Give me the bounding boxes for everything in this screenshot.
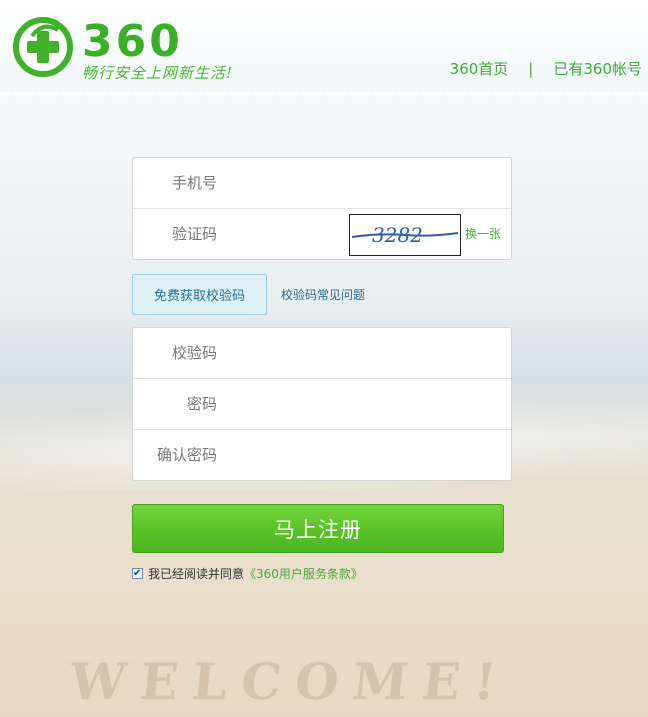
register-button[interactable]: 马上注册 bbox=[132, 504, 504, 553]
captcha-image[interactable]: 3282 bbox=[349, 214, 461, 256]
plus-shield-icon bbox=[13, 17, 73, 77]
header: 360 畅行安全上网新生活! 360首页 | 已有360帐号 bbox=[0, 0, 648, 100]
top-nav: 360首页 | 已有360帐号 bbox=[450, 58, 642, 79]
captcha-graphic: 3282 bbox=[351, 223, 459, 247]
agreement: 我已经阅读并同意《360用户服务条款》 bbox=[132, 566, 363, 582]
captcha-label: 验证码 bbox=[171, 225, 217, 243]
logo-slogan: 畅行安全上网新生活! bbox=[82, 64, 234, 82]
home-link[interactable]: 360首页 bbox=[450, 60, 509, 78]
captcha-row: 验证码 3282 换一张 bbox=[133, 209, 511, 259]
captcha-text: 3282 bbox=[372, 223, 423, 247]
phone-captcha-panel: 手机号 验证码 3282 换一张 bbox=[132, 157, 512, 260]
agree-checkbox[interactable] bbox=[132, 566, 143, 582]
welcome-sand-text: WELCOME! bbox=[66, 652, 514, 711]
get-sms-code-button[interactable]: 免费获取校验码 bbox=[132, 274, 267, 315]
header-wave bbox=[0, 92, 648, 104]
confirm-password-input[interactable] bbox=[229, 440, 413, 472]
phone-row: 手机号 bbox=[133, 158, 511, 209]
confirm-password-label: 确认密码 bbox=[156, 446, 217, 464]
phone-input[interactable] bbox=[229, 168, 413, 200]
nav-separator: | bbox=[528, 60, 534, 78]
captcha-input[interactable] bbox=[229, 219, 343, 251]
code-faq-link[interactable]: 校验码常见问题 bbox=[281, 286, 365, 303]
agree-text: 我已经阅读并同意 bbox=[148, 567, 245, 581]
confirm-password-row: 确认密码 bbox=[133, 430, 511, 480]
password-input[interactable] bbox=[229, 389, 413, 421]
password-row: 密码 bbox=[133, 379, 511, 430]
code-row: 校验码 bbox=[133, 328, 511, 379]
captcha-refresh-link[interactable]: 换一张 bbox=[465, 209, 501, 259]
password-label: 密码 bbox=[186, 395, 217, 413]
code-label: 校验码 bbox=[171, 344, 217, 362]
code-input[interactable] bbox=[229, 338, 413, 370]
phone-label: 手机号 bbox=[171, 174, 217, 192]
logo-number: 360 bbox=[82, 16, 183, 67]
terms-link[interactable]: 《360用户服务条款》 bbox=[244, 567, 363, 581]
login-link[interactable]: 已有360帐号 bbox=[553, 60, 642, 78]
password-panel: 校验码 密码 确认密码 bbox=[132, 327, 512, 481]
